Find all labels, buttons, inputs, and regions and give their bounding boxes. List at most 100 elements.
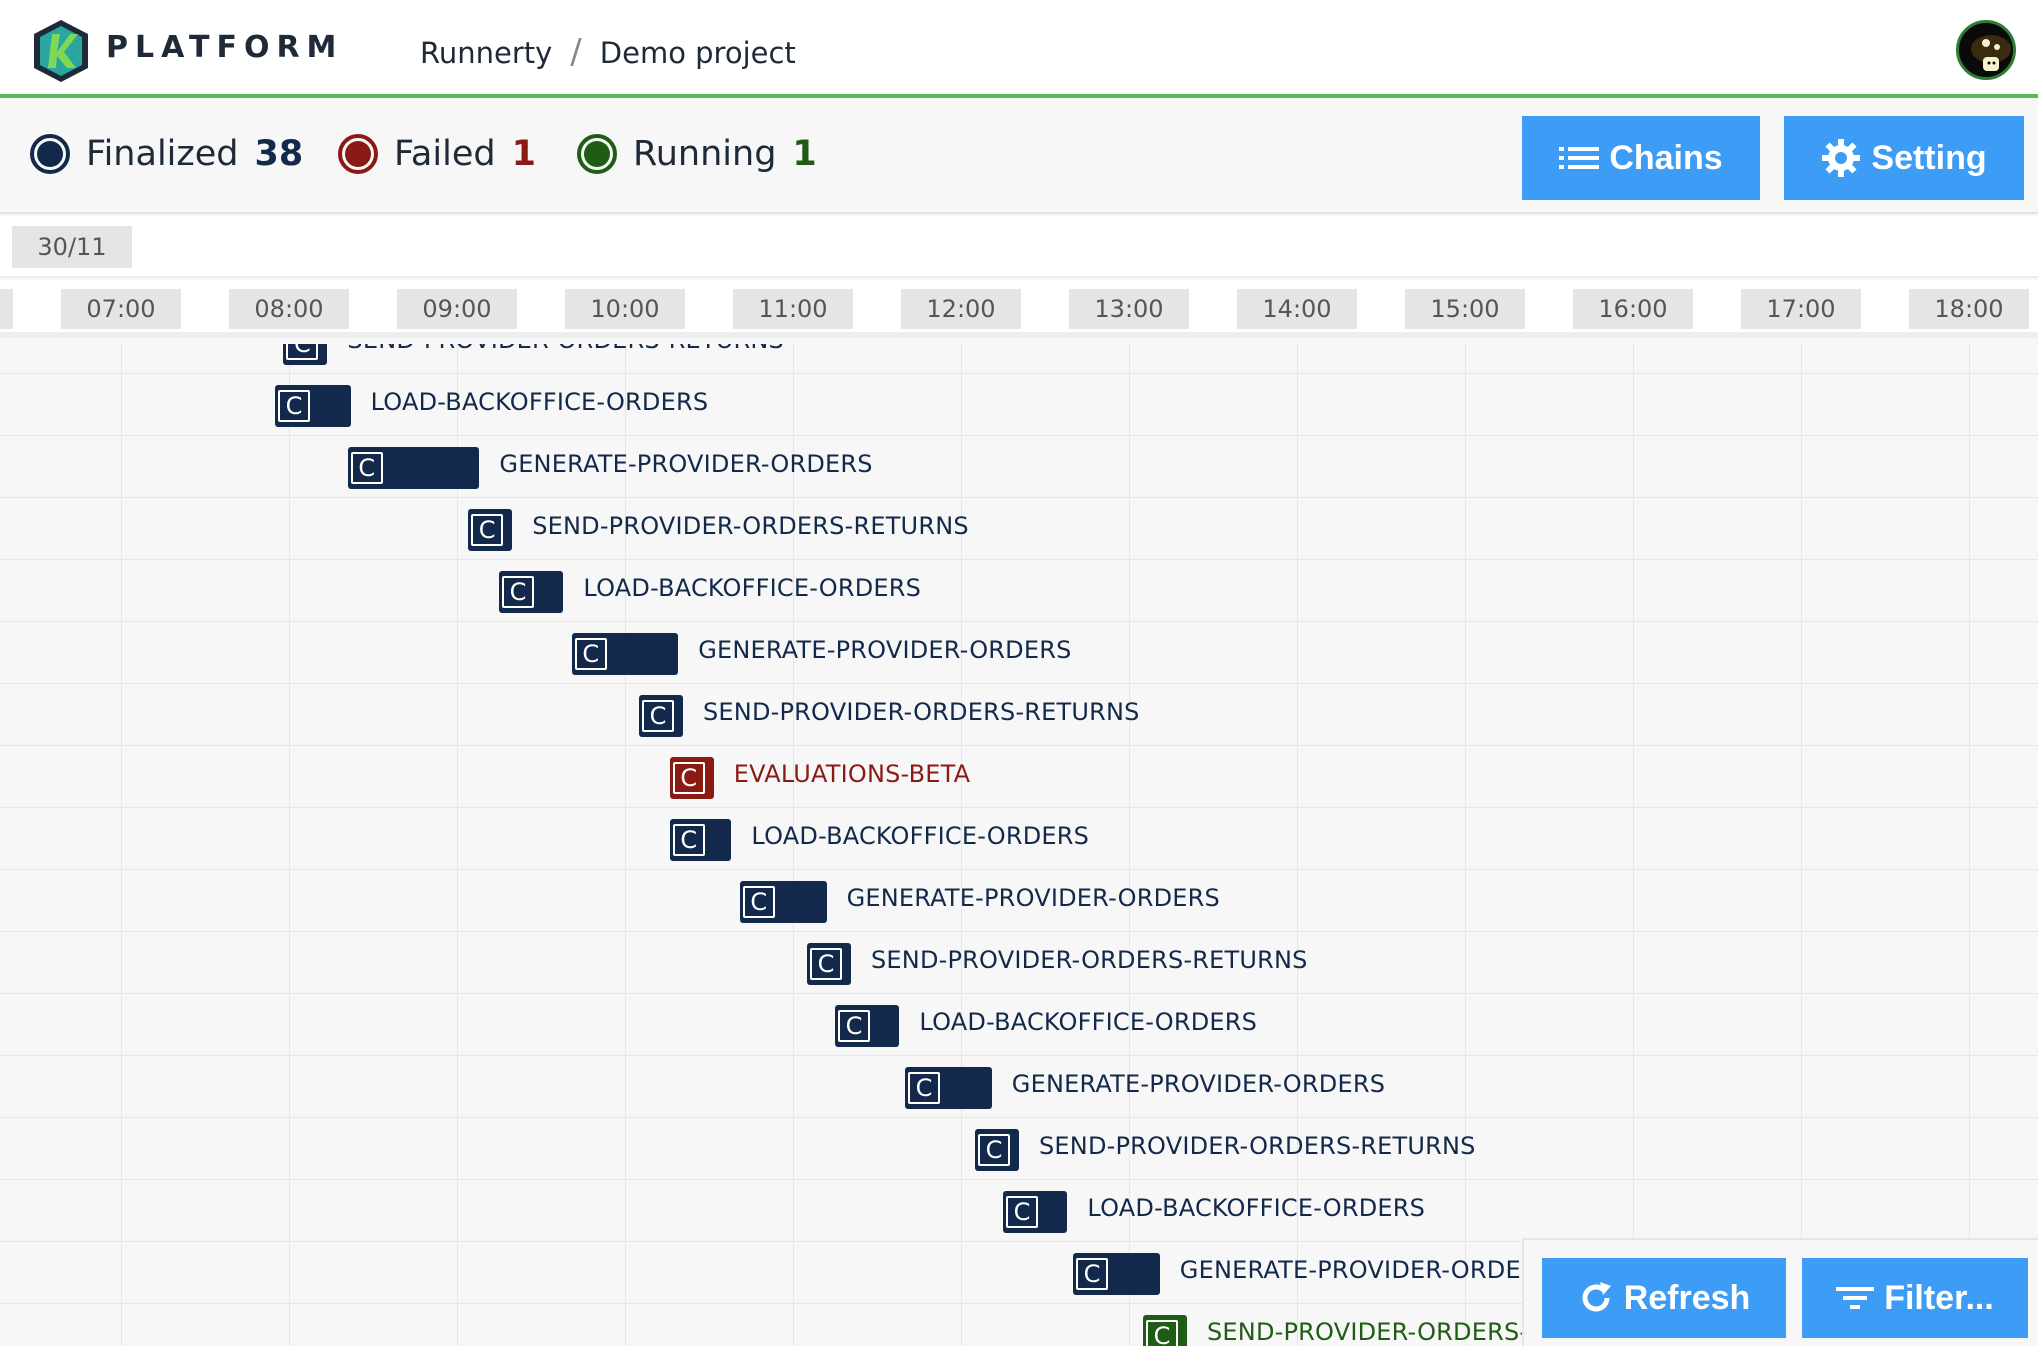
chain-name[interactable]: GENERATE-PROVIDER-ORDERS: [1012, 1070, 1385, 1098]
chain-name[interactable]: LOAD-BACKOFFICE-ORDERS: [1087, 1194, 1425, 1222]
refresh-button[interactable]: Refresh: [1542, 1258, 1786, 1338]
breadcrumb: Runnerty / Demo project: [420, 32, 796, 72]
filter-label: Filter...: [1884, 1278, 1994, 1317]
execution-bar[interactable]: C: [669, 757, 714, 799]
refresh-label: Refresh: [1623, 1278, 1751, 1317]
chain-icon: C: [278, 390, 310, 422]
chain-name[interactable]: LOAD-BACKOFFICE-ORDERS: [371, 388, 709, 416]
chain-row[interactable]: C SEND-PROVIDER-ORDERS-RETURNS: [0, 344, 2038, 374]
execution-bar[interactable]: C: [669, 819, 732, 861]
app-root: PLATFORM Runnerty / Demo project Finalized…: [0, 0, 2038, 1346]
chain-name[interactable]: SEND-PROVIDER-ORDERS-RETURNS: [703, 698, 1140, 726]
chain-icon: C: [810, 948, 842, 980]
hour-tick: 13:00: [1069, 289, 1189, 329]
execution-bar[interactable]: C: [499, 571, 564, 613]
running-label: Running: [633, 134, 777, 174]
execution-bar[interactable]: C: [975, 1129, 1019, 1171]
running-status-icon: [577, 134, 617, 174]
timeline-grid[interactable]: C SEND-PROVIDER-ORDERS-RETURNS C LOAD-BACKO…: [0, 344, 2038, 1346]
chain-row[interactable]: C SEND-PROVIDER-ORDERS-RETURNS: [0, 1118, 2038, 1180]
chain-name[interactable]: SEND-PROVIDER-ORDERS-RETURNS: [1039, 1132, 1476, 1160]
execution-bar[interactable]: C: [347, 447, 480, 489]
chain-icon: C: [574, 638, 607, 670]
failed-stat[interactable]: Failed 1: [338, 134, 536, 174]
chain-row[interactable]: C LOAD-BACKOFFICE-ORDERS: [0, 994, 2038, 1056]
chain-row[interactable]: C LOAD-BACKOFFICE-ORDERS: [0, 374, 2038, 436]
chain-icon: C: [350, 452, 383, 484]
chain-row[interactable]: C GENERATE-PROVIDER-ORDERS: [0, 622, 2038, 684]
hour-tick: 06:00: [0, 289, 13, 329]
hour-tick: 17:00: [1741, 289, 1861, 329]
chain-row[interactable]: C EVALUATIONS-BETA: [0, 746, 2038, 808]
finalized-stat[interactable]: Finalized 38: [30, 134, 303, 174]
setting-label: Setting: [1871, 138, 1987, 177]
finalized-count: 38: [254, 134, 304, 174]
chain-icon: C: [1146, 1320, 1178, 1346]
breadcrumb-runnerty[interactable]: Runnerty: [420, 36, 552, 70]
chain-row[interactable]: C SEND-PROVIDER-ORDERS-RETURNS: [0, 684, 2038, 746]
hour-tick: 15:00: [1405, 289, 1525, 329]
chain-name[interactable]: GENERATE-PROVIDER-ORDERS: [499, 450, 872, 478]
chain-name[interactable]: LOAD-BACKOFFICE-ORDERS: [751, 822, 1089, 850]
hour-tick: 11:00: [733, 289, 853, 329]
hour-tick: 09:00: [397, 289, 517, 329]
hour-tick: 08:00: [229, 289, 349, 329]
chain-icon: C: [1076, 1258, 1108, 1290]
execution-bar[interactable]: C: [1143, 1315, 1187, 1346]
chain-name[interactable]: GENERATE-PROVIDER-ORDERS: [698, 636, 1071, 664]
hour-axis: 06:00 07:00 08:00 09:00 10:00 11:00 12:00 13:00…: [0, 280, 2038, 338]
chain-row[interactable]: C GENERATE-PROVIDER-ORDERS: [0, 436, 2038, 498]
finalized-label: Finalized: [86, 134, 239, 174]
chain-row[interactable]: C GENERATE-PROVIDER-ORDERS: [0, 870, 2038, 932]
chain-name[interactable]: SEND-PROVIDER-ORDERS-RETURNS: [347, 344, 784, 354]
finalized-status-icon: [30, 134, 70, 174]
date-chip: 30/11: [12, 226, 132, 268]
filter-button[interactable]: Filter...: [1802, 1258, 2028, 1338]
chain-icon: C: [286, 344, 319, 360]
chain-name[interactable]: EVALUATIONS-BETA: [734, 760, 970, 788]
breadcrumb-project[interactable]: Demo project: [600, 36, 796, 70]
failed-status-icon: [338, 134, 378, 174]
execution-bar[interactable]: C: [905, 1067, 992, 1109]
chain-row[interactable]: C SEND-PROVIDER-ORDERS-RETURNS: [0, 498, 2038, 560]
top-header: PLATFORM Runnerty / Demo project: [0, 0, 2038, 98]
chain-name[interactable]: LOAD-BACKOFFICE-ORDERS: [919, 1008, 1257, 1036]
execution-bar[interactable]: C: [283, 344, 328, 365]
gear-icon: [1822, 139, 1861, 177]
chain-name[interactable]: SEND-PROVIDER-ORDERS-RETURNS: [532, 512, 969, 540]
execution-bar[interactable]: C: [468, 509, 513, 551]
execution-bar[interactable]: C: [739, 881, 827, 923]
chain-name[interactable]: LOAD-BACKOFFICE-ORDERS: [583, 574, 921, 602]
execution-bar[interactable]: C: [1073, 1253, 1160, 1295]
brand-name[interactable]: PLATFORM: [106, 30, 343, 65]
chains-button[interactable]: Chains: [1522, 116, 1760, 200]
platform-logo-icon[interactable]: [30, 18, 92, 84]
execution-bar[interactable]: C: [275, 385, 351, 427]
chain-icon: C: [838, 1010, 870, 1042]
chain-name[interactable]: GENERATE-PROVIDER-ORDERS: [1180, 1256, 1553, 1284]
chain-name[interactable]: SEND-PROVIDER-ORDERS-RETURNS: [871, 946, 1308, 974]
setting-button[interactable]: Setting: [1784, 116, 2024, 200]
refresh-icon: [1582, 1282, 1611, 1312]
execution-bar[interactable]: C: [639, 695, 683, 737]
chain-name[interactable]: GENERATE-PROVIDER-ORDERS: [847, 884, 1220, 912]
avatar[interactable]: [1956, 20, 2016, 80]
execution-bar[interactable]: C: [571, 633, 679, 675]
chain-row[interactable]: C LOAD-BACKOFFICE-ORDERS: [0, 808, 2038, 870]
chain-icon: C: [471, 514, 504, 546]
running-stat[interactable]: Running 1: [577, 134, 817, 174]
execution-bar[interactable]: C: [1003, 1191, 1068, 1233]
execution-bar[interactable]: C: [835, 1005, 900, 1047]
chain-icon: C: [672, 762, 705, 794]
hour-tick: 18:00: [1909, 289, 2029, 329]
execution-bar[interactable]: C: [807, 943, 851, 985]
chain-row[interactable]: C GENERATE-PROVIDER-ORDERS: [0, 1056, 2038, 1118]
chain-row[interactable]: C SEND-PROVIDER-ORDERS-RETURNS: [0, 932, 2038, 994]
chain-icon: C: [502, 576, 534, 608]
hour-tick: 10:00: [565, 289, 685, 329]
breadcrumb-separator: /: [570, 32, 582, 72]
hour-tick: 16:00: [1573, 289, 1693, 329]
chain-row[interactable]: C LOAD-BACKOFFICE-ORDERS: [0, 1180, 2038, 1242]
failed-count: 1: [511, 134, 536, 174]
chain-row[interactable]: C LOAD-BACKOFFICE-ORDERS: [0, 560, 2038, 622]
